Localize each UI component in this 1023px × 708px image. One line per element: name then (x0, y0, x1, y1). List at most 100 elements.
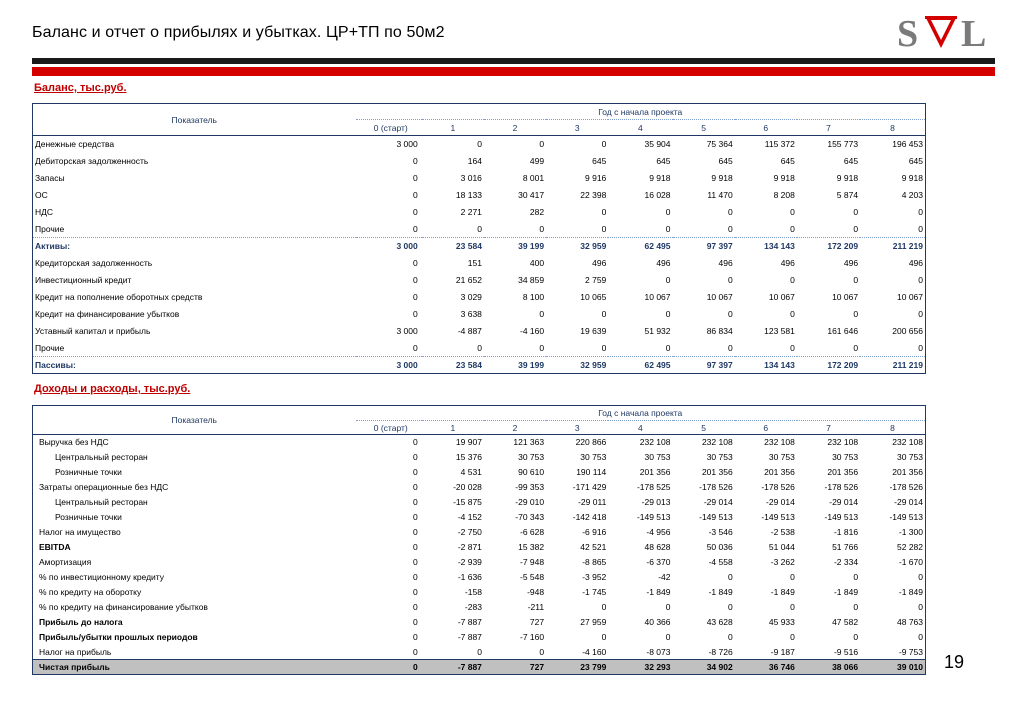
cell-value: 0 (853, 632, 859, 642)
cell-value: 645 (656, 156, 671, 166)
cell-value: 0 (413, 497, 418, 507)
row-label: Денежные средства (35, 139, 115, 150)
cell-value: 282 (529, 207, 545, 217)
cell-value: 0 (790, 309, 795, 319)
row-label: % по кредиту на оборотку (39, 587, 142, 597)
cell-value: -4 160 (520, 326, 545, 336)
cell-value: 0 (413, 587, 418, 597)
cell-value: -8 726 (708, 646, 733, 657)
cell-value: 10 067 (832, 292, 859, 302)
cell-value: 0 (790, 223, 795, 234)
table-row: Пассивы: 3 000 23 584 39 199 32 959 62 495 97 … (32, 356, 926, 374)
cell-value: 172 209 (796, 237, 861, 255)
cell-value: 8 001 (522, 173, 545, 183)
cell-value: 90 610 (518, 467, 545, 477)
cell-value: -1 816 (833, 527, 859, 537)
cell-value: 0 (665, 223, 671, 234)
cell-value: 15 376 (455, 452, 482, 462)
cell-value: 52 282 (897, 542, 923, 552)
cell-value: 164 (467, 156, 482, 166)
cell-value: 0 (853, 572, 859, 582)
table-row: Кредиторская задолженность 0 151 400 496 496 4… (33, 255, 926, 272)
cell-value: 10 067 (706, 292, 733, 302)
cell-value: -149 513 (636, 512, 671, 522)
cell-value: 0 (413, 207, 418, 217)
cell-value: 496 (718, 258, 733, 268)
indicator-header: Показатель (32, 103, 356, 136)
cell-value: 0 (918, 207, 923, 217)
cell-value: 155 773 (827, 139, 859, 150)
cell-value: 201 356 (827, 467, 859, 477)
column-header: 0 (старт) (355, 119, 422, 136)
cell-value: 22 398 (580, 190, 607, 200)
row-label: Активы: (32, 237, 356, 255)
indicator-header: Показатель (32, 405, 356, 435)
row-label: Кредиторская задолженность (35, 258, 153, 268)
cell-value: 0 (853, 602, 859, 612)
cell-value: 8 208 (773, 190, 795, 200)
cell-value: -8 073 (646, 646, 671, 657)
row-label: Розничные точки (55, 467, 122, 477)
cell-value: -211 (527, 602, 545, 612)
cell-value: 0 (601, 632, 607, 642)
cell-value: 0 (665, 309, 671, 319)
column-header: 4 (608, 119, 673, 136)
cell-value: 115 372 (764, 139, 795, 150)
cell-value: 9 918 (836, 173, 859, 183)
column-header: 6 (734, 420, 797, 435)
cell-value: 0 (790, 207, 795, 217)
cell-value: 201 356 (639, 467, 671, 477)
cell-value: -7 160 (520, 632, 545, 642)
row-label: % по кредиту на финансирование убытков (39, 602, 208, 612)
cell-value: 0 (790, 275, 795, 285)
table-row: НДС 0 2 271 282 0 0 0 0 0 0 (33, 204, 926, 221)
cell-value: 0 (539, 309, 545, 319)
cell-value: 3 000 (396, 139, 418, 150)
cell-value: 30 753 (518, 452, 545, 462)
cell-value: 0 (413, 258, 418, 268)
cell-value: 0 (665, 207, 671, 217)
cell-value: 0 (477, 139, 482, 150)
table-row: Затраты операционные без НДС 0 -20 028 -99 … (33, 480, 926, 495)
cell-value: 23 584 (421, 237, 484, 255)
table-row: Амортизация 0 -2 939 -7 948 -8 865 -6 370 -4 5… (33, 555, 926, 570)
cell-value: -283 (464, 602, 482, 612)
cell-value: 0 (413, 646, 418, 657)
cell-value: -1 300 (898, 527, 923, 537)
row-label: Кредит на финансирование убытков (35, 309, 180, 319)
table-row: Налог на прибыль 0 0 0 -4 160 -8 073 -8 726 -9 … (33, 645, 926, 660)
cell-value: 0 (918, 223, 923, 234)
cell-value: 123 581 (764, 326, 795, 336)
cell-value: 727 (483, 659, 547, 675)
cell-value: 30 753 (580, 452, 607, 462)
cell-value: -178 526 (761, 482, 795, 492)
cell-value: 48 763 (897, 617, 923, 627)
cell-value: 0 (727, 223, 733, 234)
cell-value: 0 (918, 342, 923, 353)
row-label: ОС (35, 190, 48, 200)
cell-value: 0 (727, 632, 733, 642)
cell-value: 645 (843, 156, 859, 166)
cell-value: 97 397 (672, 356, 735, 374)
cell-value: 30 753 (706, 452, 733, 462)
cell-value: -1 745 (582, 587, 607, 597)
cell-value: -4 887 (457, 326, 482, 336)
cell-value: -29 014 (829, 497, 859, 507)
cell-value: 0 (477, 223, 482, 234)
cell-value: 19 639 (580, 326, 607, 336)
svg-text:L: L (961, 13, 986, 52)
cell-value: 50 036 (706, 542, 733, 552)
year-header: Год с начала проекта (355, 405, 926, 421)
cell-value: 0 (539, 646, 545, 657)
cell-value: -1 849 (898, 587, 923, 597)
cell-value: -7 948 (520, 557, 545, 567)
table-row: Кредит на пополнение оборотных средств 0 3… (33, 289, 926, 306)
cell-value: 134 143 (734, 356, 797, 374)
cell-value: -4 160 (582, 646, 607, 657)
cell-value: 9 918 (773, 173, 795, 183)
table-row: Прибыль/убытки прошлых периодов 0 -7 887 -7… (33, 630, 926, 645)
cell-value: 0 (413, 452, 418, 462)
table-row: Выручка без НДС 0 19 907 121 363 220 866 232 … (33, 435, 926, 450)
cell-value: 45 933 (768, 617, 795, 627)
cell-value: 0 (601, 139, 607, 150)
